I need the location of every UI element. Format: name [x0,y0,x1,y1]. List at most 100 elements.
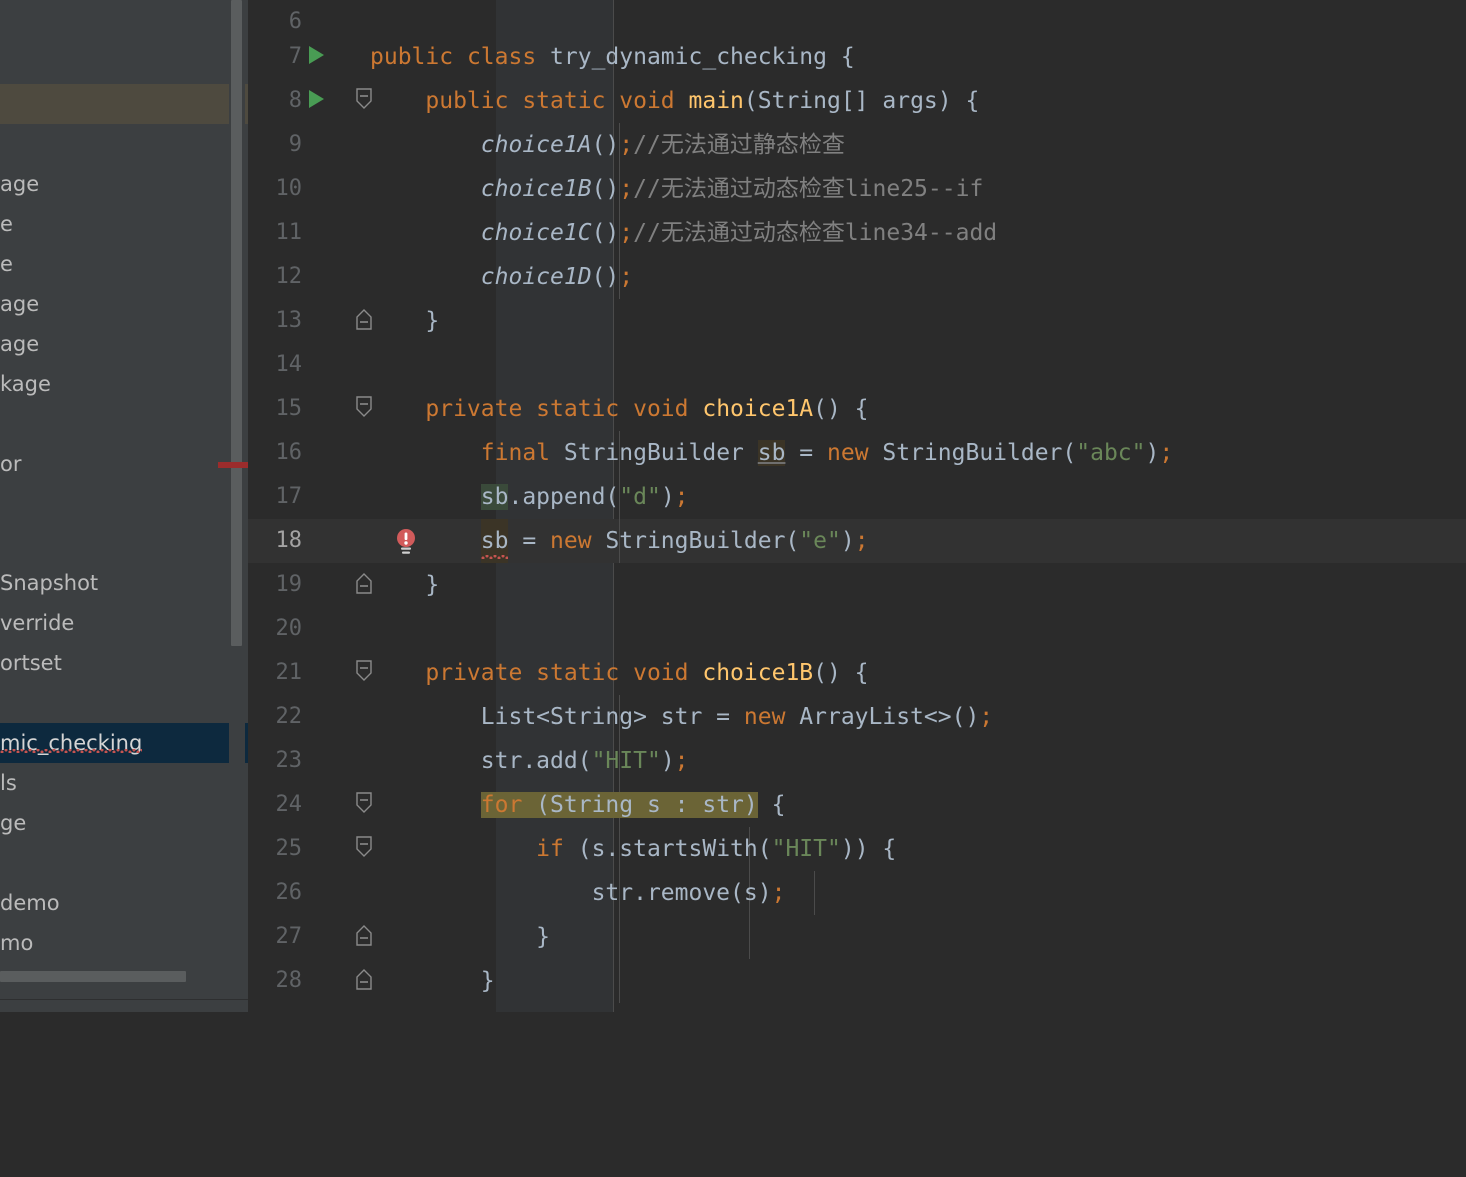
project-horizontal-scrollbar-thumb[interactable] [0,971,186,982]
project-tree-item[interactable] [0,42,248,82]
code-line[interactable]: 28 } [248,959,1466,1003]
code-token: main [688,88,744,114]
project-tree-item[interactable]: age [0,164,248,204]
project-tree-item[interactable] [0,124,248,164]
code-line-text[interactable]: } [370,915,550,959]
line-number: 24 [275,792,303,817]
project-tree-item[interactable] [0,843,248,883]
project-tree-item[interactable]: ge [0,803,248,843]
code-line[interactable]: 16 final StringBuilder sb = new StringBu… [248,431,1466,475]
code-line-text[interactable]: } [370,563,439,607]
project-tree-item[interactable] [0,484,248,524]
project-tree-item[interactable]: ls [0,763,248,803]
code-token: choice1B [702,660,814,686]
code-line[interactable]: 17 sb.append("d"); [248,475,1466,519]
code-line-text[interactable]: public static void main(String[] args) { [370,79,979,123]
code-line-text[interactable]: str.add("HIT"); [370,739,689,783]
code-line[interactable]: 10 choice1B();//无法通过动态检查line25--if [248,167,1466,211]
code-line-text[interactable]: sb = new StringBuilder("e"); [370,519,869,563]
code-line[interactable]: 22 List<String> str = new ArrayList<>(); [248,695,1466,739]
project-tree-item-label: e [0,252,13,276]
code-line-text[interactable]: } [370,959,495,1003]
project-tree-item[interactable]: e [0,204,248,244]
project-tree-item[interactable] [0,524,248,564]
code-token: (String[] args) { [743,88,980,114]
code-line[interactable]: 27 } [248,915,1466,959]
code-token: List<String> str = [480,704,744,730]
code-token: ) [660,484,675,510]
code-line-text[interactable]: choice1D(); [370,255,633,299]
code-line[interactable]: 25 if (s.startsWith("HIT")) { [248,827,1466,871]
code-line-text[interactable]: choice1B();//无法通过动态检查line25--if [370,167,984,211]
project-error-marker[interactable] [218,462,248,468]
project-tree-item[interactable]: kage [0,364,248,404]
code-line[interactable]: 11 choice1C();//无法通过动态检查line34--add [248,211,1466,255]
project-tree-item[interactable]: verride [0,603,248,643]
project-tree-item[interactable]: Snapshot [0,563,248,603]
project-tree-item[interactable]: or [0,444,248,484]
code-line-text[interactable]: } [370,299,439,343]
project-tool-window[interactable]: age e e age age kage or Snapshot verride ortset mi… [0,0,248,1012]
code-line-text[interactable]: final StringBuilder sb = new StringBuild… [370,431,1173,475]
code-token: } [370,308,440,334]
project-tree-item[interactable] [0,0,248,40]
project-tree-item[interactable]: demo [0,883,248,923]
code-line[interactable]: 12 choice1D(); [248,255,1466,299]
code-token: //无法通过静态检查 [633,132,845,158]
line-number: 22 [275,704,303,729]
line-number: 15 [275,396,303,421]
project-tree-item[interactable] [0,84,248,124]
code-line[interactable]: 15 private static void choice1A() { [248,387,1466,431]
project-tree-item[interactable]: mic_checking [0,723,248,763]
code-token: static [536,396,634,422]
code-line-text[interactable]: for (String s : str) { [370,783,785,827]
project-tree-item[interactable]: ortset [0,643,248,683]
project-tree-item[interactable]: age [0,324,248,364]
code-line-text[interactable]: choice1A();//无法通过静态检查 [370,123,845,167]
code-line-text[interactable]: List<String> str = new ArrayList<>(); [370,695,993,739]
project-tree-item[interactable]: e [0,244,248,284]
code-token: //无法通过动态检查line25--if [633,176,984,202]
code-line-text[interactable]: private static void choice1A() { [370,387,869,431]
code-line[interactable]: 19 } [248,563,1466,607]
run-arrow-icon[interactable] [309,46,324,64]
code-line-text[interactable]: str.remove(s); [370,871,786,915]
code-line-text[interactable]: if (s.startsWith("HIT")) { [370,827,896,871]
code-token: StringBuilder [563,440,758,466]
code-line-text[interactable]: public class try_dynamic_checking { [370,35,855,79]
code-line[interactable]: 26 str.remove(s); [248,871,1466,915]
project-tree-item[interactable] [0,404,248,444]
usage-highlight: sb [480,484,509,510]
field-reference-error: sb [480,519,509,563]
code-line[interactable]: 14 [248,343,1466,387]
code-line-text[interactable]: sb.append("d"); [370,475,689,519]
run-arrow-icon[interactable] [309,90,324,108]
code-line[interactable]: 23 str.add("HIT"); [248,739,1466,783]
code-line[interactable]: 9 choice1A();//无法通过静态检查 [248,123,1466,167]
code-line[interactable]: 20 [248,607,1466,651]
project-vertical-scrollbar-thumb[interactable] [231,0,242,646]
code-line-text[interactable]: choice1C();//无法通过动态检查line34--add [370,211,997,255]
code-line[interactable]: 7 public class try_dynamic_checking { [248,35,1466,79]
line-number: 28 [275,968,303,993]
code-line[interactable]: 13 } [248,299,1466,343]
line-number: 11 [275,220,303,245]
code-editor[interactable]: 6 7 public class try_dynamic_checking {8 p… [248,0,1466,1012]
code-line[interactable]: 24 for (String s : str) { [248,783,1466,827]
code-line-text[interactable]: private static void choice1B() { [370,651,868,695]
for-loop-highlight: for (String s : str) [480,792,758,818]
project-tree-item[interactable]: age [0,284,248,324]
project-tree-item-label: or [0,452,22,476]
code-token: () { [813,396,869,422]
project-tree-item[interactable] [0,683,248,723]
code-token: (s.startsWith( [563,836,772,862]
code-line[interactable]: 18 sb = new StringBuilder("e"); [248,519,1466,563]
code-line[interactable]: 8 public static void main(String[] args)… [248,79,1466,123]
code-line[interactable]: 21 private static void choice1B() { [248,651,1466,695]
code-token: private [425,396,537,422]
project-tree-item[interactable]: mo [0,923,248,963]
